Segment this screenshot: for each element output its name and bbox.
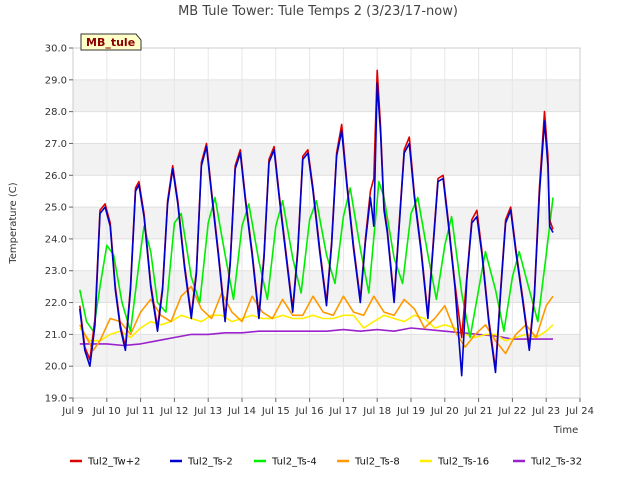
mb-tule-badge: MB_tule	[80, 33, 142, 51]
x-axis-label: Time	[553, 425, 578, 436]
y-tick-label: 20.0	[45, 362, 67, 373]
x-tick-label: Jul 22	[497, 406, 526, 417]
x-tick-label: Jul 12	[159, 406, 188, 417]
legend-label: Tul2_Ts-16	[437, 457, 489, 468]
legend-label: Tul2_Ts-32	[530, 457, 582, 468]
x-tick-label: Jul 17	[328, 406, 357, 417]
legend-label: Tul2_Ts-4	[271, 457, 317, 468]
y-tick-label: 19.0	[45, 394, 67, 405]
x-tick-label: Jul 21	[464, 406, 493, 417]
plot-band	[73, 48, 580, 80]
chart-title: MB Tule Tower: Tule Temps 2 (3/23/17-now…	[178, 4, 458, 19]
y-tick-label: 27.0	[45, 139, 67, 150]
plot-band	[73, 366, 580, 398]
x-tick-label: Jul 23	[531, 406, 560, 417]
x-axis-ticks: Jul 9 Jul 10 Jul 11 Jul 12 Jul 13 Jul 14 Jul 1…	[61, 398, 594, 417]
y-tick-label: 24.0	[45, 234, 67, 245]
y-tick-label: 29.0	[45, 75, 67, 86]
y-tick-label: 30.0	[45, 44, 67, 55]
plot-band	[73, 79, 580, 112]
x-tick-label: Jul 14	[227, 406, 256, 417]
y-tick-label: 28.0	[45, 107, 67, 118]
x-tick-label: Jul 19	[396, 406, 425, 417]
x-tick-label: Jul 18	[362, 406, 391, 417]
plot-band	[73, 143, 580, 176]
x-tick-label: Jul 11	[126, 406, 155, 417]
legend-label: Tul2_Ts-8	[354, 457, 400, 468]
legend: Tul2_Tw+2 Tul2_Ts-2 Tul2_Ts-4 Tul2_Ts-8 Tul2…	[70, 457, 582, 468]
x-tick-label: Jul 16	[295, 406, 324, 417]
plot-background	[73, 48, 580, 398]
x-tick-label: Jul 9	[61, 406, 84, 417]
x-tick-label: Jul 24	[565, 406, 594, 417]
legend-label: Tul2_Tw+2	[87, 457, 140, 468]
x-tick-label: Jul 20	[430, 406, 459, 417]
plot-band	[73, 111, 580, 144]
legend-label: Tul2_Ts-2	[187, 457, 233, 468]
badge-text: MB_tule	[86, 36, 135, 49]
x-tick-label: Jul 13	[193, 406, 222, 417]
x-tick-label: Jul 10	[92, 406, 121, 417]
plot-band	[73, 175, 580, 208]
y-axis-label: Temperature (C)	[8, 182, 19, 264]
chart-svg: MB Tule Tower: Tule Temps 2 (3/23/17-now…	[8, 4, 594, 468]
y-tick-label: 23.0	[45, 266, 67, 277]
y-tick-label: 26.0	[45, 171, 67, 182]
y-tick-label: 21.0	[45, 330, 67, 341]
x-tick-label: Jul 15	[261, 406, 290, 417]
y-tick-label: 25.0	[45, 203, 67, 214]
y-axis-ticks: 19.0 20.0 21.0 22.0 23.0 24.0 25.0 26.0 27.0 28.0…	[45, 44, 73, 405]
y-tick-label: 22.0	[45, 298, 67, 309]
